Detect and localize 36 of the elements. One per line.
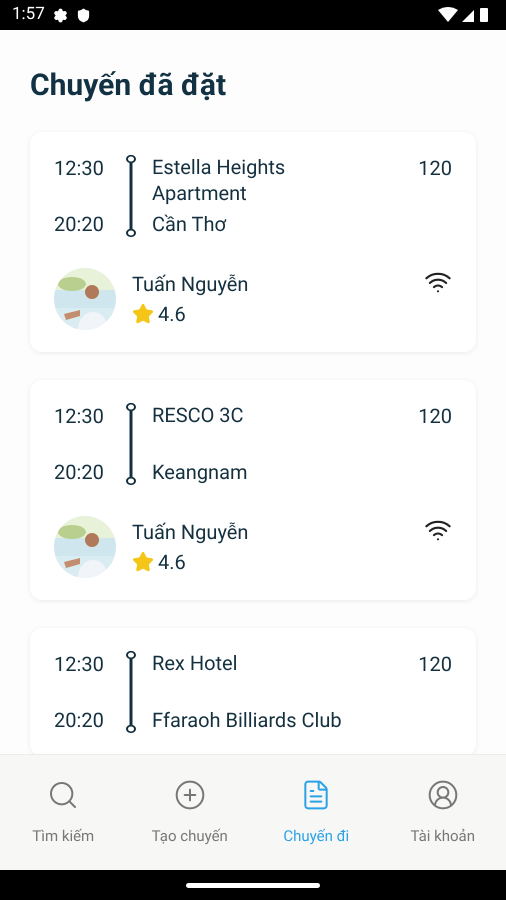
arrival-time: 20:20: [54, 459, 105, 486]
dropoff-location: Ffaraoh Billiards Club: [152, 707, 343, 734]
trip-card[interactable]: 12:30 20:20 Estella Heights Apartment Cần Thơ 120 Tuấn Nguyễn 4.6: [30, 132, 476, 352]
dropoff-location: Cần Thơ: [152, 211, 228, 238]
departure-time: 12:30: [54, 155, 105, 182]
trip-price: 120: [418, 155, 452, 182]
departure-time: 12:30: [54, 403, 105, 430]
trip-card[interactable]: 12:30 20:20 RESCO 3C Keangnam 120 Tuấn Nguyễn 4.6: [30, 380, 476, 600]
driver-name: Tuấn Nguyễn: [132, 519, 250, 546]
nav-tab[interactable]: Tìm kiếm: [0, 755, 126, 870]
user-icon: [426, 779, 459, 811]
star-icon: [132, 303, 154, 325]
status-time: 1:57: [12, 3, 45, 26]
pickup-location: Rex Hotel: [152, 650, 238, 676]
nav-tab[interactable]: Tạo chuyến: [126, 755, 253, 870]
page-title: Chuyến đã đặt: [30, 67, 228, 105]
route-line-icon: [124, 154, 138, 238]
dropoff-location: Keangnam: [152, 459, 249, 486]
nav-tab[interactable]: Chuyến đi: [253, 755, 380, 870]
driver-name: Tuấn Nguyễn: [132, 271, 250, 298]
plus-circle-icon: [174, 779, 206, 811]
departure-time: 12:30: [54, 651, 105, 678]
shield-icon: [76, 8, 91, 22]
driver-rating: 4.6: [158, 549, 186, 576]
arrival-time: 20:20: [54, 707, 105, 734]
arrival-time: 20:20: [54, 211, 105, 238]
route-line-icon: [124, 402, 138, 486]
route-line-icon: [124, 650, 138, 734]
nav-tab[interactable]: Tài khoản: [380, 755, 506, 870]
driver-rating: 4.6: [158, 301, 186, 328]
trip-card[interactable]: 12:30 20:20 Rex Hotel Ffaraoh Billiards Club 120: [30, 628, 476, 754]
star-icon: [132, 551, 154, 573]
pickup-location: RESCO 3C: [152, 402, 245, 428]
trip-price: 120: [418, 651, 452, 678]
trip-price: 120: [418, 403, 452, 430]
pickup-location: Estella Heights Apartment: [152, 154, 286, 206]
